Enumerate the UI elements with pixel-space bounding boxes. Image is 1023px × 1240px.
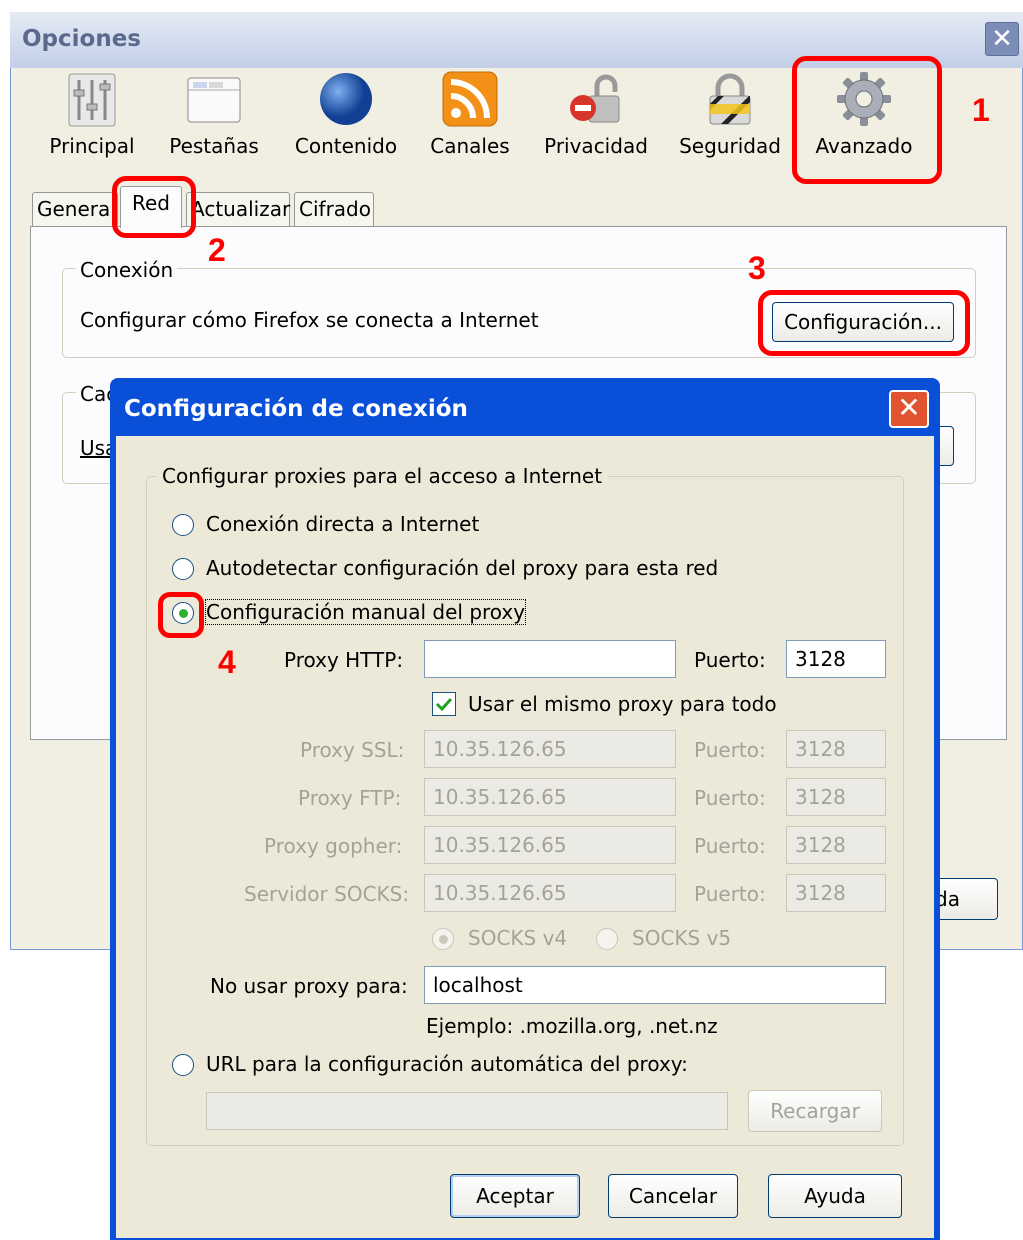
toolbar-privacidad[interactable]: Privacidad [540,66,652,168]
toolbar-label: Contenido [294,134,398,158]
same-proxy-label[interactable]: Usar el mismo proxy para todo [468,692,777,716]
gopher-port-label: Puerto: [694,834,766,858]
lock-forbidden-icon [570,74,620,123]
toolbar-principal[interactable]: Principal [36,66,148,168]
socks-port-input[interactable]: 3128 [786,874,886,912]
radio-socks-v5[interactable] [596,928,618,950]
socks-v5-label[interactable]: SOCKS v5 [632,926,731,950]
ssl-proxy-input[interactable]: 10.35.126.65 [424,730,676,768]
dialog-close-button[interactable]: ✕ [889,390,929,428]
toolbar-seguridad[interactable]: Seguridad [674,66,786,168]
radio-autodetect-label[interactable]: Autodetectar configuración del proxy par… [206,556,718,580]
http-proxy-input[interactable] [424,640,676,678]
close-icon: ✕ [897,391,921,424]
ssl-port-input[interactable]: 3128 [786,730,886,768]
socks-v4-label[interactable]: SOCKS v4 [468,926,567,950]
socks-port-label: Puerto: [694,882,766,906]
auto-url-input[interactable] [206,1092,728,1130]
no-proxy-label: No usar proxy para: [210,974,408,998]
accept-button[interactable]: Aceptar [450,1174,580,1218]
options-title: Opciones [22,26,141,52]
tabs-window-icon [187,77,241,123]
gopher-proxy-label: Proxy gopher: [264,834,403,858]
toolbar-label: Canales [430,134,510,158]
no-proxy-example: Ejemplo: .mozilla.org, .net.nz [426,1014,718,1038]
toolbar-label: Pestañas [169,134,259,158]
radio-auto-url[interactable] [172,1054,194,1076]
toolbar-canales[interactable]: Canales [414,66,526,168]
no-proxy-input[interactable]: localhost [424,966,886,1004]
cancel-button[interactable]: Cancelar [608,1174,738,1218]
radio-auto-url-label[interactable]: URL para la configuración automática del… [206,1052,688,1076]
toolbar-contenido[interactable]: Contenido [290,66,402,168]
ftp-port-label: Puerto: [694,786,766,810]
tab-actualizar[interactable]: Actualizar [186,192,290,226]
close-icon: ✕ [991,24,1013,54]
annotation-number-1: 1 [972,92,990,128]
reload-button[interactable]: Recargar [748,1090,882,1132]
toolbar-label: Principal [49,134,135,158]
connection-legend: Conexión [76,258,178,282]
rss-feed-icon [442,71,498,127]
ftp-port-input[interactable]: 3128 [786,778,886,816]
options-close-button[interactable]: ✕ [985,22,1019,56]
checkmark-icon [435,697,453,712]
ssl-proxy-label: Proxy SSL: [300,738,405,762]
radio-selected-dot [439,935,448,944]
help-button[interactable]: Ayuda [768,1174,902,1218]
annotation-number-2: 2 [208,232,226,268]
tab-cifrado[interactable]: Cifrado [294,192,374,226]
http-port-label: Puerto: [694,648,766,672]
proxy-group-legend: Configurar proxies para el acceso a Inte… [156,464,609,488]
radio-direct-label[interactable]: Conexión directa a Internet [206,512,479,536]
ftp-proxy-label: Proxy FTP: [298,786,402,810]
radio-manual-label[interactable]: Configuración manual del proxy [204,599,527,625]
annotation-highlight-manual-radio [158,592,204,638]
socks-server-input[interactable]: 10.35.126.65 [424,874,676,912]
http-proxy-label: Proxy HTTP: [284,648,404,672]
annotation-highlight-settings-button [758,290,970,356]
padlock-icon [709,73,751,125]
gopher-port-input[interactable]: 3128 [786,826,886,864]
annotation-number-4: 4 [218,644,236,680]
toolbar-label: Seguridad [679,134,781,158]
same-proxy-checkbox[interactable] [432,692,456,716]
toolbar-label: Privacidad [544,134,648,158]
sliders-icon [68,73,116,127]
annotation-highlight-red-tab [112,176,196,238]
tab-general[interactable]: General [32,192,118,226]
radio-direct[interactable] [172,514,194,536]
annotation-number-3: 3 [748,250,766,286]
ftp-proxy-input[interactable]: 10.35.126.65 [424,778,676,816]
toolbar-pestanas[interactable]: Pestañas [158,66,270,168]
socks-server-label: Servidor SOCKS: [244,882,410,906]
gopher-proxy-input[interactable]: 10.35.126.65 [424,826,676,864]
ssl-port-label: Puerto: [694,738,766,762]
annotation-highlight-avanzado [792,56,942,184]
radio-socks-v4[interactable] [432,928,454,950]
dialog-title: Configuración de conexión [124,396,468,422]
radio-autodetect[interactable] [172,558,194,580]
globe-icon [320,73,372,125]
connection-description: Configurar cómo Firefox se conecta a Int… [80,308,539,332]
http-port-input[interactable]: 3128 [786,640,886,678]
